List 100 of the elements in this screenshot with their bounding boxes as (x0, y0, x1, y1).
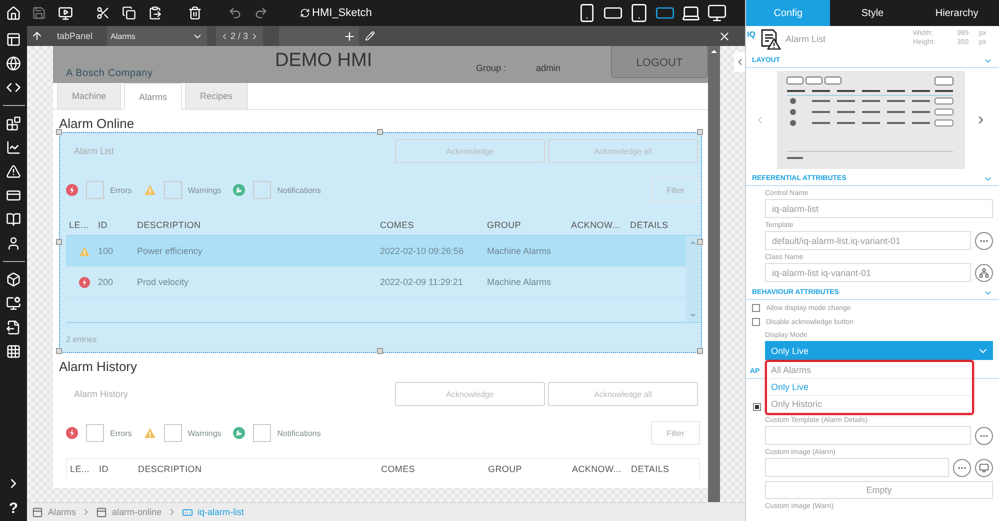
breadcrumb-item[interactable]: iq-alarm-list (198, 507, 244, 517)
column-header[interactable]: DETAILS (631, 464, 699, 474)
acknowledge-button[interactable]: Acknowledge all (548, 382, 698, 406)
alarm-list-panel[interactable]: Alarm History Acknowledge Acknowledge all Errors Warnings Notifications Filter LE... ID DESCRIPTION COMES GROUP ACKNOW... DETAILS (59, 375, 702, 488)
checkbox[interactable] (752, 304, 760, 312)
page-tab[interactable]: Recipes (185, 82, 248, 109)
input-field[interactable]: iq-alarm-list (765, 199, 993, 218)
empty-button[interactable]: Empty (765, 481, 993, 499)
tablet-icon[interactable] (629, 3, 649, 23)
preview-icon[interactable] (58, 6, 72, 20)
column-header[interactable]: COMES (381, 464, 488, 474)
resize-handle[interactable] (697, 348, 703, 354)
plus-icon[interactable] (343, 30, 356, 42)
filter-checkbox[interactable] (86, 181, 104, 199)
logout-button[interactable]: LOGOUT (611, 46, 708, 78)
dropdown-option[interactable]: All Alarms (767, 362, 972, 379)
warning-icon[interactable] (6, 164, 21, 179)
display-mode-select[interactable]: Only Live (765, 341, 993, 360)
scissors-icon[interactable] (96, 6, 110, 20)
code-icon[interactable] (6, 80, 21, 95)
hierarchy-button[interactable] (975, 264, 993, 282)
column-header[interactable]: DESCRIPTION (137, 220, 380, 230)
acknowledge-button[interactable]: Acknowledge all (548, 139, 698, 163)
filter-button[interactable]: Filter (651, 421, 700, 445)
column-header[interactable]: ACKNOW... (572, 464, 631, 474)
filter-checkbox[interactable] (164, 424, 182, 442)
undo-icon[interactable] (228, 6, 242, 20)
page-pager[interactable]: 2 / 3 (216, 26, 264, 46)
globe-icon[interactable] (6, 56, 21, 71)
monitor-settings-icon[interactable] (6, 296, 21, 311)
pencil-icon[interactable] (365, 31, 376, 41)
up-arrow-icon[interactable] (31, 30, 43, 42)
monitor-icon[interactable] (707, 3, 727, 23)
save-icon[interactable] (32, 6, 46, 20)
input-field[interactable] (765, 426, 971, 445)
breadcrumb-item[interactable]: Alarms (48, 507, 76, 517)
layout-icon[interactable] (6, 32, 21, 47)
panel-tab[interactable]: Style (830, 0, 915, 26)
help-icon[interactable]: ? (8, 500, 18, 517)
chart-icon[interactable] (6, 140, 21, 155)
browse-button[interactable] (975, 232, 993, 250)
column-header[interactable]: DESCRIPTION (138, 464, 381, 474)
acknowledge-button[interactable]: Acknowledge (395, 139, 545, 163)
column-header[interactable]: ID (99, 464, 138, 474)
trash-icon[interactable] (188, 6, 202, 20)
alarm-row[interactable]: 100 Power efficiency 2022-02-10 09:26:56 Machine Alarms (66, 236, 686, 267)
close-icon[interactable] (718, 30, 731, 42)
filter-checkbox[interactable] (164, 181, 182, 199)
column-header[interactable]: LE... (70, 464, 99, 474)
column-header[interactable]: LE... (69, 220, 98, 230)
resize-handle[interactable] (56, 129, 62, 135)
browse-button[interactable] (975, 426, 993, 444)
page-select[interactable]: Alarms (106, 26, 207, 46)
preview-button[interactable] (975, 458, 993, 476)
alarm-row[interactable]: 200 Prod velocity 2022-02-09 11:29:21 Machine Alarms (66, 267, 686, 298)
scrollbar[interactable] (686, 236, 700, 322)
column-header[interactable]: COMES (380, 220, 487, 230)
dropdown-option[interactable]: Only Live (767, 379, 972, 396)
input-field[interactable] (765, 458, 949, 477)
resize-handle[interactable] (697, 238, 703, 244)
filter-checkbox[interactable] (253, 424, 272, 442)
user-icon[interactable] (6, 236, 21, 251)
resize-handle[interactable] (56, 348, 62, 354)
file-export-icon[interactable] (6, 320, 21, 335)
input-field[interactable]: default/iq-alarm-list.iq-variant-01 (765, 231, 971, 250)
breadcrumb-item[interactable]: alarm-online (112, 507, 162, 517)
filter-checkbox[interactable] (253, 181, 272, 199)
input-field[interactable]: iq-alarm-list iq-variant-01 (765, 263, 971, 282)
collapse-button[interactable] (734, 52, 745, 72)
refresh-icon[interactable] (300, 8, 310, 18)
panel-tab[interactable]: Config (746, 0, 830, 26)
filter-checkbox[interactable] (86, 424, 104, 442)
column-header[interactable]: DETAILS (630, 220, 700, 230)
browse-button[interactable] (953, 458, 971, 476)
column-header[interactable]: GROUP (487, 220, 571, 230)
paste-icon[interactable] (148, 6, 162, 20)
column-header[interactable]: ACKNOW... (571, 220, 630, 230)
resize-handle[interactable] (376, 129, 382, 135)
column-header[interactable]: GROUP (488, 464, 572, 474)
monitor-icon[interactable] (979, 462, 989, 472)
grid-icon[interactable] (6, 344, 21, 359)
redo-icon[interactable] (254, 6, 268, 20)
page-tab[interactable]: Alarms (124, 83, 182, 110)
hierarchy-icon[interactable] (979, 268, 989, 278)
book-icon[interactable] (6, 212, 21, 227)
resize-handle[interactable] (697, 129, 703, 135)
scrollbar[interactable] (708, 46, 720, 502)
dropdown-option[interactable]: Only Historic (767, 396, 972, 413)
checkbox[interactable] (753, 403, 761, 411)
resize-handle[interactable] (56, 238, 62, 244)
name-field[interactable] (279, 26, 360, 46)
resize-handle[interactable] (376, 348, 382, 354)
acknowledge-button[interactable]: Acknowledge (395, 382, 545, 406)
card-icon[interactable] (6, 188, 21, 203)
home-icon[interactable] (6, 6, 20, 20)
filter-button[interactable]: Filter (651, 178, 700, 202)
cube-icon[interactable] (6, 272, 21, 287)
panel-tab[interactable]: Hierarchy (914, 0, 999, 26)
blocks-icon[interactable] (6, 116, 21, 131)
column-header[interactable]: ID (98, 220, 137, 230)
